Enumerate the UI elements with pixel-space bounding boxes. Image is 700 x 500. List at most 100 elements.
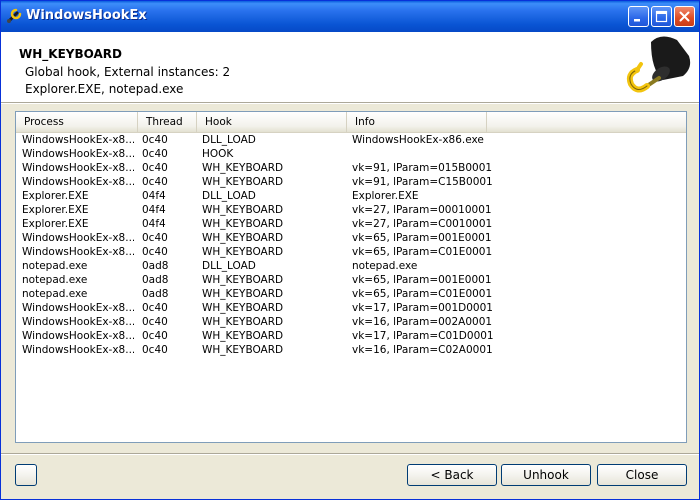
cell-thread: 0ad8 bbox=[142, 260, 169, 272]
window-title: WindowsHookEx bbox=[26, 8, 147, 23]
column-header-thread[interactable]: Thread bbox=[138, 112, 197, 132]
cell-process: notepad.exe bbox=[22, 260, 88, 272]
cell-process: notepad.exe bbox=[22, 288, 88, 300]
table-row[interactable]: notepad.exe 0ad8 DLL_LOAD notepad.exe bbox=[16, 259, 686, 273]
main-window: WindowsHookEx WH_KEYBOARD Global hook, E… bbox=[0, 0, 700, 500]
column-header-process[interactable]: Process bbox=[16, 112, 138, 132]
unhook-button[interactable]: Unhook bbox=[501, 464, 591, 486]
cell-process: Explorer.EXE bbox=[22, 204, 89, 216]
cell-process: Explorer.EXE bbox=[22, 218, 89, 230]
title-bar[interactable]: WindowsHookEx bbox=[1, 1, 699, 32]
cell-info: vk=17, lParam=001D0001 bbox=[352, 302, 493, 314]
cell-info: vk=16, lParam=002A0001 bbox=[352, 316, 493, 328]
cell-hook: WH_KEYBOARD bbox=[202, 316, 284, 328]
cell-thread: 0c40 bbox=[142, 232, 168, 244]
table-row[interactable]: WindowsHookEx-x8... 0c40 WH_KEYBOARD vk=65,… bbox=[16, 245, 686, 259]
table-row[interactable]: Explorer.EXE 04f4 DLL_LOAD Explorer.EXE bbox=[16, 189, 686, 203]
back-button[interactable]: < Back bbox=[407, 464, 497, 486]
table-row[interactable]: WindowsHookEx-x8... 0c40 DLL_LOAD WindowsHo… bbox=[16, 133, 686, 147]
small-square-button[interactable] bbox=[15, 464, 37, 486]
cell-hook: WH_KEYBOARD bbox=[202, 330, 284, 342]
table-row[interactable]: WindowsHookEx-x8... 0c40 WH_KEYBOARD vk=16,… bbox=[16, 343, 686, 357]
maximize-button[interactable] bbox=[651, 6, 672, 27]
cell-hook: WH_KEYBOARD bbox=[202, 204, 284, 216]
cell-info: vk=27, lParam=00010001 bbox=[352, 204, 492, 216]
close-window-button[interactable] bbox=[674, 6, 695, 27]
maximize-icon bbox=[655, 10, 668, 23]
cell-process: Explorer.EXE bbox=[22, 190, 89, 202]
list-header: Process Thread Hook Info bbox=[16, 112, 686, 133]
cell-hook: WH_KEYBOARD bbox=[202, 232, 284, 244]
close-icon bbox=[679, 11, 690, 22]
cell-process: WindowsHookEx-x8... bbox=[22, 246, 134, 258]
cell-info: vk=17, lParam=C01D0001 bbox=[352, 330, 494, 342]
column-header-hook[interactable]: Hook bbox=[197, 112, 347, 132]
list-body: WindowsHookEx-x8... 0c40 DLL_LOAD WindowsHo… bbox=[16, 133, 686, 357]
minimize-icon bbox=[634, 19, 640, 22]
cell-info: vk=65, lParam=001E0001 bbox=[352, 274, 492, 286]
table-row[interactable]: WindowsHookEx-x8... 0c40 WH_KEYBOARD vk=65,… bbox=[16, 231, 686, 245]
cell-hook: WH_KEYBOARD bbox=[202, 274, 284, 286]
cell-info: vk=91, lParam=015B0001 bbox=[352, 162, 493, 174]
cell-thread: 0c40 bbox=[142, 246, 168, 258]
table-row[interactable]: Explorer.EXE 04f4 WH_KEYBOARD vk=27, lParam… bbox=[16, 203, 686, 217]
cell-thread: 0c40 bbox=[142, 344, 168, 356]
hook-type-title: WH_KEYBOARD bbox=[19, 47, 122, 61]
close-button[interactable]: Close bbox=[597, 464, 687, 486]
cell-thread: 0c40 bbox=[142, 330, 168, 342]
cell-info: notepad.exe bbox=[352, 260, 418, 272]
cell-hook: DLL_LOAD bbox=[202, 190, 256, 202]
cell-thread: 04f4 bbox=[142, 190, 166, 202]
hooked-processes-text: Explorer.EXE, notepad.exe bbox=[25, 82, 184, 96]
table-row[interactable]: WindowsHookEx-x8... 0c40 WH_KEYBOARD vk=16,… bbox=[16, 315, 686, 329]
cell-process: WindowsHookEx-x8... bbox=[22, 232, 134, 244]
hook-events-list[interactable]: Process Thread Hook Info WindowsHookEx-x… bbox=[15, 111, 687, 443]
cell-info: Explorer.EXE bbox=[352, 190, 419, 202]
cell-thread: 0c40 bbox=[142, 162, 168, 174]
cell-thread: 0c40 bbox=[142, 148, 168, 160]
cell-thread: 0ad8 bbox=[142, 274, 169, 286]
cell-process: notepad.exe bbox=[22, 274, 88, 286]
wizard-header: WH_KEYBOARD Global hook, External instan… bbox=[1, 32, 699, 102]
cell-info: vk=27, lParam=C0010001 bbox=[352, 218, 493, 230]
cell-info: vk=91, lParam=C15B0001 bbox=[352, 176, 493, 188]
cell-hook: WH_KEYBOARD bbox=[202, 344, 284, 356]
table-row[interactable]: WindowsHookEx-x8... 0c40 WH_KEYBOARD vk=17,… bbox=[16, 301, 686, 315]
cell-info: vk=65, lParam=C01E0001 bbox=[352, 288, 493, 300]
cell-process: WindowsHookEx-x8... bbox=[22, 134, 134, 146]
cell-hook: WH_KEYBOARD bbox=[202, 288, 284, 300]
cell-thread: 0c40 bbox=[142, 316, 168, 328]
table-row[interactable]: WindowsHookEx-x8... 0c40 WH_KEYBOARD vk=91,… bbox=[16, 175, 686, 189]
table-row[interactable]: WindowsHookEx-x8... 0c40 WH_KEYBOARD vk=91,… bbox=[16, 161, 686, 175]
cell-info: WindowsHookEx-x86.exe bbox=[352, 134, 484, 146]
table-row[interactable]: WindowsHookEx-x8... 0c40 HOOK bbox=[16, 147, 686, 161]
cell-process: WindowsHookEx-x8... bbox=[22, 176, 134, 188]
hook-scope-text: Global hook, External instances: 2 bbox=[25, 65, 231, 79]
cell-thread: 0c40 bbox=[142, 176, 168, 188]
cell-info: vk=65, lParam=001E0001 bbox=[352, 232, 492, 244]
cell-hook: DLL_LOAD bbox=[202, 134, 256, 146]
cell-process: WindowsHookEx-x8... bbox=[22, 316, 134, 328]
hook-wrench-icon bbox=[7, 8, 22, 23]
cell-hook: DLL_LOAD bbox=[202, 260, 256, 272]
header-divider bbox=[1, 102, 699, 104]
cell-hook: WH_KEYBOARD bbox=[202, 246, 284, 258]
table-row[interactable]: notepad.exe 0ad8 WH_KEYBOARD vk=65, lParam=… bbox=[16, 273, 686, 287]
cell-process: WindowsHookEx-x8... bbox=[22, 162, 134, 174]
cell-thread: 0c40 bbox=[142, 134, 168, 146]
column-header-info[interactable]: Info bbox=[347, 112, 487, 132]
cell-hook: WH_KEYBOARD bbox=[202, 218, 284, 230]
minimize-button[interactable] bbox=[628, 6, 649, 27]
cell-hook: WH_KEYBOARD bbox=[202, 302, 284, 314]
cell-thread: 04f4 bbox=[142, 204, 166, 216]
cell-hook: WH_KEYBOARD bbox=[202, 162, 284, 174]
table-row[interactable]: WindowsHookEx-x8... 0c40 WH_KEYBOARD vk=17,… bbox=[16, 329, 686, 343]
pirate-hook-icon bbox=[626, 36, 691, 93]
cell-process: WindowsHookEx-x8... bbox=[22, 302, 134, 314]
cell-info: vk=16, lParam=C02A0001 bbox=[352, 344, 493, 356]
table-row[interactable]: Explorer.EXE 04f4 WH_KEYBOARD vk=27, lParam… bbox=[16, 217, 686, 231]
cell-process: WindowsHookEx-x8... bbox=[22, 330, 134, 342]
cell-process: WindowsHookEx-x8... bbox=[22, 344, 134, 356]
table-row[interactable]: notepad.exe 0ad8 WH_KEYBOARD vk=65, lParam=… bbox=[16, 287, 686, 301]
cell-thread: 0c40 bbox=[142, 302, 168, 314]
